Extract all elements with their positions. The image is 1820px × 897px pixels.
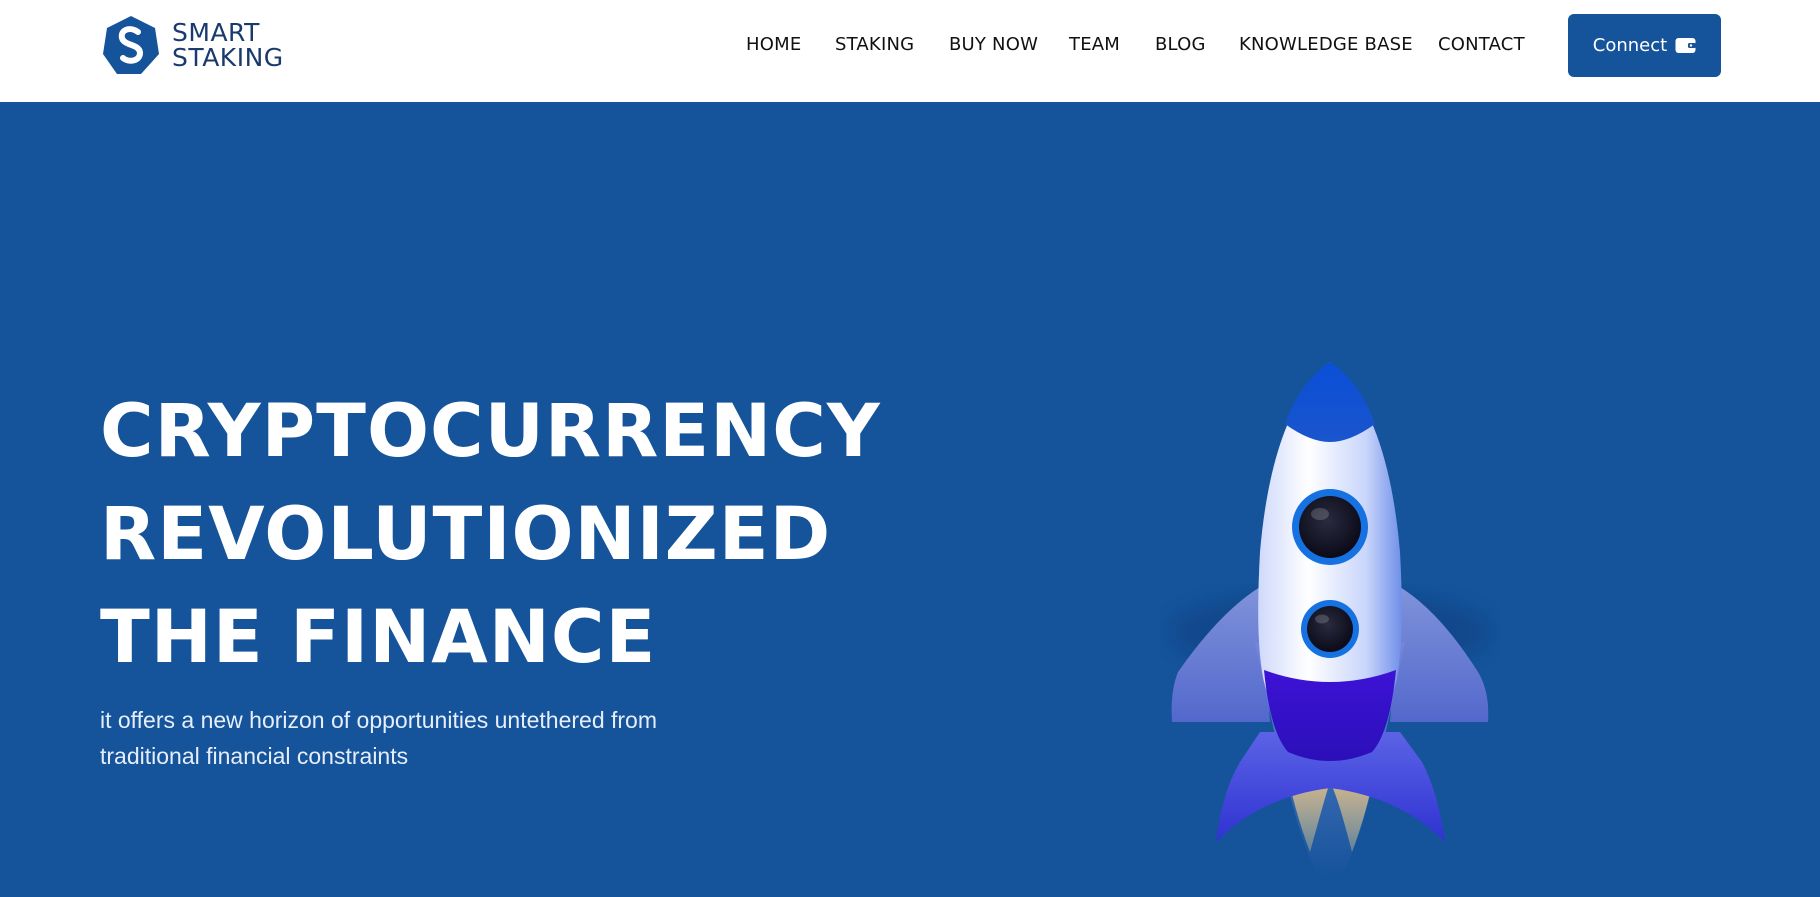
nav-home[interactable]: HOME (746, 34, 801, 55)
connect-wallet-button[interactable]: Connect (1568, 14, 1721, 77)
nav-team[interactable]: TEAM (1069, 34, 1120, 55)
smart-staking-logo-icon (103, 16, 159, 74)
hero-subtitle: it offers a new horizon of opportunities… (100, 702, 700, 774)
nav-staking[interactable]: STAKING (835, 34, 914, 55)
hero-title: CRYPTOCURRENCY REVOLUTIONIZED THE FINANC… (100, 380, 881, 689)
logo-line-2: STAKING (172, 43, 284, 72)
connect-label: Connect (1592, 35, 1668, 56)
rocket-illustration (1170, 362, 1490, 878)
nav-contact[interactable]: CONTACT (1438, 34, 1525, 55)
hero-subtitle-line-1: it offers a new horizon of opportunities… (100, 707, 658, 733)
hero-title-line-3: THE FINANCE (100, 595, 657, 680)
nav-blog[interactable]: BLOG (1155, 34, 1206, 55)
nav-knowledge-base[interactable]: KNOWLEDGE BASE (1239, 34, 1413, 55)
hero-title-line-2: REVOLUTIONIZED (100, 492, 832, 577)
wallet-icon (1675, 38, 1697, 53)
site-header: SMART STAKING HOME STAKING BUY NOW TEAM … (0, 0, 1820, 102)
nav-buy-now[interactable]: BUY NOW (949, 34, 1038, 55)
hero-subtitle-line-2: traditional financial constraints (100, 743, 409, 769)
hero-title-line-1: CRYPTOCURRENCY (100, 389, 881, 474)
logo-text: SMART STAKING (172, 20, 284, 70)
logo-line-1: SMART (172, 18, 260, 47)
hero-section: CRYPTOCURRENCY REVOLUTIONIZED THE FINANC… (0, 102, 1820, 897)
logo[interactable]: SMART STAKING (100, 14, 284, 76)
